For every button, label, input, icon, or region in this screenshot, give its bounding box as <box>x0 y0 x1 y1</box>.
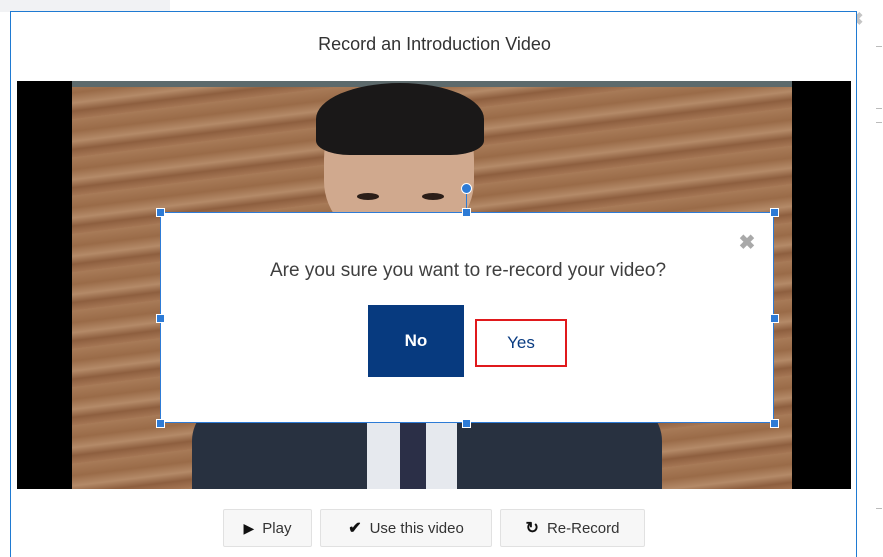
resize-handle-bottom-left[interactable] <box>156 419 165 428</box>
refresh-icon: ↻ <box>525 520 539 537</box>
use-this-video-button[interactable]: ✔ Use this video <box>320 509 492 547</box>
rotate-handle[interactable] <box>461 183 472 194</box>
person-eye <box>357 193 379 200</box>
check-icon: ✔ <box>348 520 362 537</box>
play-icon: ▶ <box>243 519 255 536</box>
play-button[interactable]: ▶ Play <box>223 509 312 547</box>
person-eye <box>422 193 444 200</box>
scroll-mark <box>876 108 882 109</box>
close-icon[interactable]: ✖ <box>735 231 759 255</box>
confirm-message: Are you sure you want to re-record your … <box>269 260 667 281</box>
scroll-mark <box>876 122 882 123</box>
resize-handle-bottom[interactable] <box>462 419 471 428</box>
resize-handle-top-right[interactable] <box>770 208 779 217</box>
modal-title: Record an Introduction Video <box>318 34 551 54</box>
no-button[interactable]: No <box>368 305 464 377</box>
person-hair <box>316 83 484 155</box>
use-this-video-label: Use this video <box>369 519 464 537</box>
person-tie <box>400 417 426 489</box>
re-record-label: Re-Record <box>546 519 620 537</box>
play-label: Play <box>262 519 292 537</box>
resize-handle-top[interactable] <box>462 208 471 217</box>
resize-handle-top-left[interactable] <box>156 208 165 217</box>
resize-handle-left[interactable] <box>156 314 165 323</box>
yes-button[interactable]: Yes <box>475 319 567 367</box>
confirm-dialog: ✖ Are you sure you want to re-record you… <box>160 212 774 423</box>
resize-handle-right[interactable] <box>770 314 779 323</box>
resize-handle-bottom-right[interactable] <box>770 419 779 428</box>
re-record-button[interactable]: ↻ Re-Record <box>500 509 645 547</box>
scroll-mark <box>876 508 882 509</box>
scroll-mark <box>876 46 882 47</box>
